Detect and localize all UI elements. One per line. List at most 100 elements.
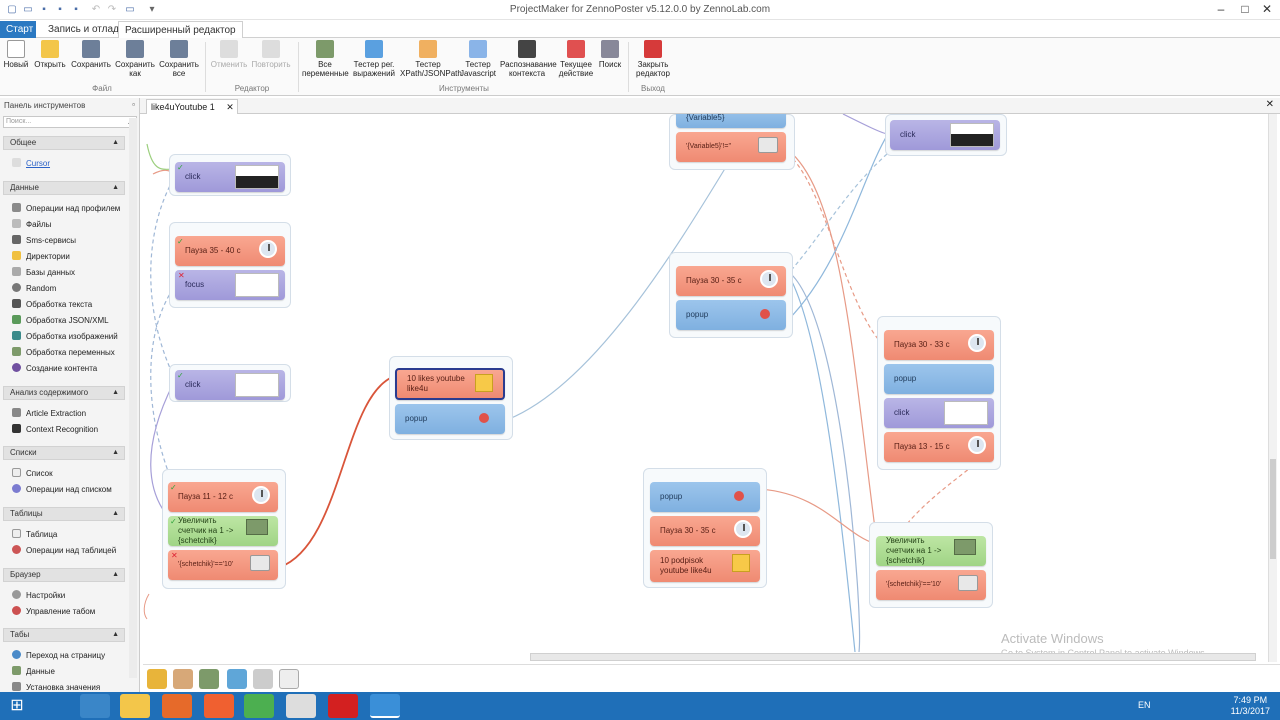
section-tables[interactable]: Таблицы ▲ [3,507,125,521]
search-button[interactable]: Поиск [598,40,622,69]
action-popup[interactable]: popup [650,482,760,512]
vertical-scrollbar[interactable] [1268,114,1277,662]
undo-button[interactable]: Отменить [210,40,248,69]
panel-item-databases[interactable]: Базы данных [12,266,75,279]
js-tester-button[interactable]: Тестер Javascript [458,40,498,78]
close-button[interactable]: ✕ [1254,0,1280,18]
action-pause[interactable]: Пауза 30 - 33 с [884,330,994,360]
brave-icon[interactable] [204,694,234,718]
panel-item-content[interactable]: Создание контента [12,362,97,375]
project-canvas[interactable]: ✓ click ✓ Пауза 35 - 40 с ✕ focus ✓ click ✓ П… [143,114,1268,652]
panel-item-table-ops[interactable]: Операции над таблицей [12,544,116,557]
zennoposter-icon[interactable] [286,694,316,718]
powershell-icon[interactable] [80,694,110,718]
user-icon[interactable] [173,669,193,689]
action-counter[interactable]: Увеличить счетчик на 1 -> {schetchik} [876,536,986,566]
bot-icon[interactable] [227,669,247,689]
panel-item-images[interactable]: Обработка изображений [12,330,118,343]
panel-scrollbar[interactable] [129,118,137,678]
panel-item-article[interactable]: Article Extraction [12,407,86,420]
action-label: Пауза 13 - 15 с [894,442,950,451]
system-clock[interactable]: 7:49 PM 11/3/2017 [1231,695,1270,717]
redo-button[interactable]: Повторить [250,40,292,69]
save-all-button[interactable]: Сохранить все [158,40,200,78]
panel-item-list[interactable]: Список [12,467,53,480]
close-tab-icon[interactable]: ✕ [226,100,234,115]
panel-item-tab-control[interactable]: Управление табом [12,605,95,618]
language-indicator[interactable]: EN [1138,700,1151,710]
open-button[interactable]: Открыть [32,40,68,69]
list-icon[interactable] [279,669,299,689]
action-note[interactable]: 10 likes youtube like4u [395,368,505,400]
section-lists[interactable]: Списки ▲ [3,446,125,460]
tab-advanced-editor[interactable]: Расширенный редактор [118,21,243,39]
action-popup[interactable]: popup [884,364,994,394]
pin-icon[interactable]: ▫ [132,100,135,109]
scrollbar-thumb[interactable] [1270,459,1276,559]
section-browser[interactable]: Браузер ▲ [3,568,125,582]
chrome-icon[interactable] [244,694,274,718]
section-tabs[interactable]: Табы ▲ [3,628,125,642]
new-button[interactable]: Новый [2,40,30,69]
xpath-tester-button[interactable]: Тестер XPath/JSONPath [400,40,462,78]
windows-start-icon[interactable]: ⊞ [2,694,32,718]
panel-item-set-value[interactable]: Установка значения [12,681,100,692]
close-icon[interactable]: ✕ [1266,99,1274,110]
action-pause[interactable]: ✓ Пауза 35 - 40 с [175,236,285,266]
panel-item-variables[interactable]: Обработка переменных [12,346,115,359]
panel-item-directories[interactable]: Директории [12,250,70,263]
action-condition[interactable]: ✕ '{schetchik}'=='10' [168,550,278,580]
panel-item-settings[interactable]: Настройки [12,589,65,602]
save-as-button[interactable]: Сохранить как [114,40,156,78]
save-button[interactable]: Сохранить [70,40,112,69]
panel-item-files[interactable]: Файлы [12,218,51,231]
action-focus[interactable]: ✕ focus [175,270,285,300]
panel-item-data[interactable]: Данные [12,665,55,678]
all-variables-button[interactable]: Все переменные [302,40,349,78]
tab-project[interactable]: like4uYoutube 1 ✕ [146,99,238,114]
settings-icon[interactable] [147,669,167,689]
panel-item-text[interactable]: Обработка текста [12,298,92,311]
panel-item-context[interactable]: Context Recognition [12,423,98,436]
context-recognition-button[interactable]: Распознавание контекста [500,40,557,78]
section-data[interactable]: Данные ▲ [3,181,125,195]
panel-item-random[interactable]: Random [12,282,56,295]
action-pause[interactable]: Пауза 30 - 35 с [650,516,760,546]
action-condition[interactable]: '{Variable5}'!='' [676,132,786,162]
action-condition[interactable]: '{schetchik}'=='10' [876,570,986,600]
panel-item-json[interactable]: Обработка JSON/XML [12,314,109,327]
action-variable[interactable]: {Variable5} [676,114,786,128]
panel-item-cursor[interactable]: Cursor [12,157,50,170]
opera-icon[interactable] [328,694,358,718]
current-action-button[interactable]: Текущее действие [556,40,596,78]
action-pause[interactable]: Пауза 13 - 15 с [884,432,994,462]
section-analysis[interactable]: Анализ содержимого ▲ [3,386,125,400]
action-click[interactable]: click [884,398,994,428]
action-counter[interactable]: ✓ Увеличить счетчик на 1 -> {schetchik} [168,516,278,546]
action-pause[interactable]: Пауза 30 - 35 с [676,266,786,296]
section-general[interactable]: Общее ▲ [3,136,125,150]
action-popup[interactable]: popup [395,404,505,434]
panel-item-sms[interactable]: Sms-сервисы [12,234,76,247]
minimize-button[interactable]: – [1208,0,1234,18]
document-icon[interactable] [253,669,273,689]
panel-item-profile-ops[interactable]: Операции над профилем [12,202,120,215]
panel-item-table[interactable]: Таблица [12,528,57,541]
variables-icon[interactable] [199,669,219,689]
horizontal-scrollbar[interactable] [530,653,1256,661]
action-pause[interactable]: ✓ Пауза 11 - 12 с [168,482,278,512]
regex-tester-button[interactable]: Тестер рег. выражений [350,40,398,78]
action-note[interactable]: 10 podpisok youtube like4u [650,550,760,582]
projectmaker-icon[interactable] [370,694,400,718]
action-popup[interactable]: popup [676,300,786,330]
action-click[interactable]: ✓ click [175,370,285,400]
action-click[interactable]: click [890,120,1000,150]
close-editor-button[interactable]: Закрыть редактор [632,40,674,78]
explorer-icon[interactable] [120,694,150,718]
panel-item-navigate[interactable]: Переход на страницу [12,649,105,662]
action-click[interactable]: ✓ click [175,162,285,192]
panel-search-input[interactable]: Поиск... [3,116,137,128]
firefox-icon[interactable] [162,694,192,718]
panel-item-list-ops[interactable]: Операции над списком [12,483,112,496]
tab-start[interactable]: Старт [0,21,36,38]
